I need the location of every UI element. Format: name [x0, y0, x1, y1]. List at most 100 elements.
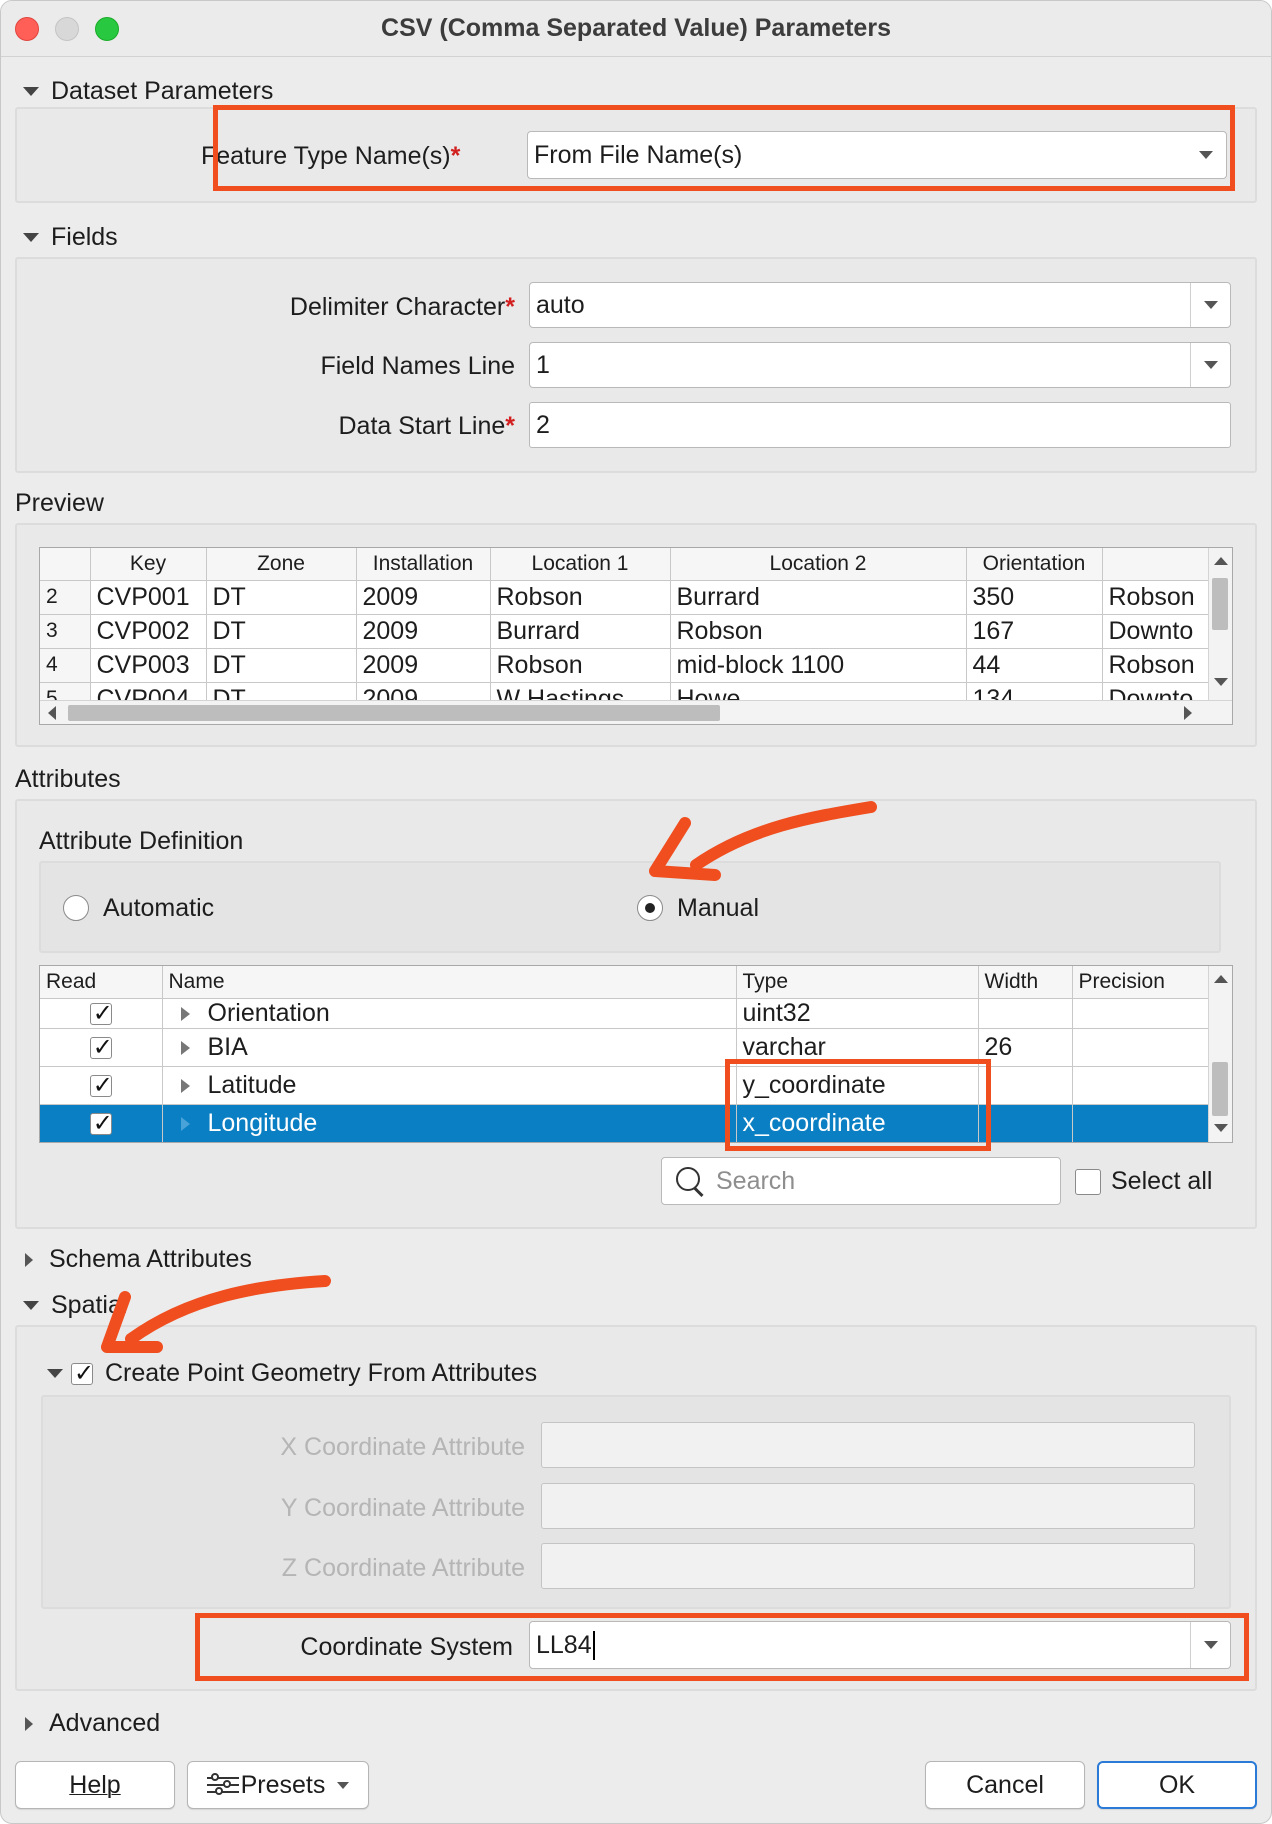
- section-dataset-parameters[interactable]: Dataset Parameters: [23, 77, 273, 106]
- row-number: 3: [40, 614, 91, 649]
- read-checkbox[interactable]: [89, 999, 113, 1027]
- manual-radio[interactable]: [637, 895, 663, 921]
- attr-col-read[interactable]: Read: [40, 966, 163, 999]
- data-start-line-value: 2: [536, 410, 550, 439]
- table-row[interactable]: 3 CVP002 DT 2009 Burrard Robson 167 Down…: [40, 614, 1211, 649]
- width-cell[interactable]: [978, 1066, 1073, 1105]
- help-button-label: Help: [69, 1770, 121, 1799]
- preview-col-extra[interactable]: [1102, 548, 1211, 581]
- attr-col-name[interactable]: Name: [162, 966, 737, 999]
- precision-cell[interactable]: [1072, 1104, 1211, 1142]
- coordinate-system-select[interactable]: LL84: [529, 1621, 1231, 1669]
- expand-icon[interactable]: [180, 1040, 190, 1055]
- table-row[interactable]: BIA varchar 26: [40, 1028, 1211, 1067]
- scroll-right-icon[interactable]: [1184, 706, 1192, 720]
- preview-col-orientation[interactable]: Orientation: [966, 548, 1103, 581]
- attribute-vertical-scrollbar[interactable]: [1208, 966, 1232, 1142]
- sliders-icon: [206, 1773, 239, 1796]
- expand-icon: [25, 1716, 33, 1731]
- x-coordinate-input[interactable]: [541, 1422, 1195, 1468]
- expand-icon[interactable]: [180, 1078, 190, 1093]
- precision-cell[interactable]: [1072, 998, 1211, 1029]
- read-checkbox[interactable]: [89, 1071, 113, 1099]
- table-cell: DT: [206, 648, 357, 683]
- scroll-down-icon[interactable]: [1214, 678, 1228, 686]
- attribute-name: Longitude: [207, 1108, 318, 1137]
- table-row[interactable]: Latitude y_coordinate: [40, 1066, 1211, 1105]
- y-coordinate-input[interactable]: [541, 1483, 1195, 1529]
- scrollbar-thumb[interactable]: [68, 705, 720, 721]
- scrollbar-thumb[interactable]: [1212, 1062, 1228, 1116]
- preview-horizontal-scrollbar[interactable]: [40, 700, 1232, 724]
- scrollbar-thumb[interactable]: [1212, 578, 1228, 630]
- scroll-up-icon[interactable]: [1214, 975, 1228, 983]
- z-coordinate-label: Z Coordinate Attribute: [281, 1554, 525, 1582]
- table-cell: Downto: [1102, 614, 1211, 649]
- precision-cell[interactable]: [1072, 1066, 1211, 1105]
- data-start-line-input[interactable]: 2: [529, 402, 1231, 448]
- preview-col-location-2[interactable]: Location 2: [670, 548, 967, 581]
- read-cell: [40, 1028, 163, 1067]
- field-names-line-select[interactable]: 1: [529, 342, 1231, 388]
- attribute-search-input[interactable]: Search: [661, 1157, 1061, 1205]
- help-button[interactable]: Help: [15, 1761, 175, 1809]
- name-cell: Orientation: [162, 998, 737, 1029]
- table-row[interactable]: 2 CVP001 DT 2009 Robson Burrard 350 Robs…: [40, 580, 1211, 615]
- expand-icon[interactable]: [180, 1116, 190, 1131]
- preview-vertical-scrollbar[interactable]: [1208, 548, 1232, 700]
- z-coordinate-input[interactable]: [541, 1543, 1195, 1589]
- feature-type-select[interactable]: From File Name(s): [527, 131, 1227, 179]
- width-cell[interactable]: 26: [978, 1028, 1073, 1067]
- width-cell[interactable]: [978, 1104, 1073, 1142]
- table-cell: Robson: [1102, 580, 1211, 615]
- read-checkbox[interactable]: [89, 1033, 113, 1061]
- type-cell[interactable]: x_coordinate: [736, 1104, 979, 1142]
- section-title: Fields: [51, 223, 118, 251]
- type-cell[interactable]: y_coordinate: [736, 1066, 979, 1105]
- manual-label[interactable]: Manual: [677, 894, 759, 923]
- table-row[interactable]: 4 CVP003 DT 2009 Robson mid-block 1100 4…: [40, 648, 1211, 683]
- preview-col-key[interactable]: Key: [90, 548, 207, 581]
- ok-button[interactable]: OK: [1097, 1761, 1257, 1809]
- table-cell: CVP001: [90, 580, 207, 615]
- type-cell[interactable]: varchar: [736, 1028, 979, 1067]
- preview-table[interactable]: Key Zone Installation Location 1 Locatio…: [39, 547, 1233, 725]
- section-advanced[interactable]: Advanced: [25, 1709, 160, 1738]
- create-point-geometry-row[interactable]: Create Point Geometry From Attributes: [47, 1359, 537, 1388]
- automatic-radio[interactable]: [63, 895, 89, 921]
- scroll-up-icon[interactable]: [1214, 557, 1228, 565]
- attr-col-type[interactable]: Type: [736, 966, 979, 999]
- attr-col-precision[interactable]: Precision: [1072, 966, 1211, 999]
- table-row-selected[interactable]: Longitude x_coordinate: [40, 1104, 1211, 1142]
- type-cell[interactable]: uint32: [736, 998, 979, 1029]
- scroll-down-icon[interactable]: [1214, 1124, 1228, 1132]
- attr-col-width[interactable]: Width: [978, 966, 1073, 999]
- read-cell: [40, 1104, 163, 1142]
- select-all-label[interactable]: Select all: [1111, 1167, 1212, 1196]
- attribute-table[interactable]: Read Name Type Width Precision Orientati…: [39, 965, 1233, 1143]
- presets-button-label: Presets: [240, 1770, 326, 1799]
- delimiter-select[interactable]: auto: [529, 282, 1231, 328]
- create-point-geometry-checkbox[interactable]: [71, 1359, 94, 1387]
- section-fields[interactable]: Fields: [23, 223, 118, 252]
- precision-cell[interactable]: [1072, 1028, 1211, 1067]
- scroll-left-icon[interactable]: [48, 706, 56, 720]
- title-bar: CSV (Comma Separated Value) Parameters: [1, 1, 1271, 57]
- preview-col-installation[interactable]: Installation: [356, 548, 491, 581]
- chevron-down-icon: [1186, 132, 1226, 178]
- preview-col-location-1[interactable]: Location 1: [490, 548, 671, 581]
- expand-icon[interactable]: [180, 1006, 190, 1021]
- presets-button[interactable]: Presets: [187, 1761, 369, 1809]
- attribute-header-row: Read Name Type Width Precision: [40, 966, 1211, 999]
- table-row[interactable]: Orientation uint32: [40, 998, 1211, 1029]
- y-coordinate-label: Y Coordinate Attribute: [280, 1494, 525, 1522]
- width-cell[interactable]: [978, 998, 1073, 1029]
- cancel-button[interactable]: Cancel: [925, 1761, 1085, 1809]
- read-checkbox[interactable]: [89, 1109, 113, 1137]
- collapse-icon: [23, 1301, 39, 1310]
- table-cell: Robson: [490, 580, 671, 615]
- automatic-label[interactable]: Automatic: [103, 894, 214, 923]
- table-cell: CVP002: [90, 614, 207, 649]
- preview-col-zone[interactable]: Zone: [206, 548, 357, 581]
- select-all-checkbox[interactable]: [1075, 1169, 1101, 1195]
